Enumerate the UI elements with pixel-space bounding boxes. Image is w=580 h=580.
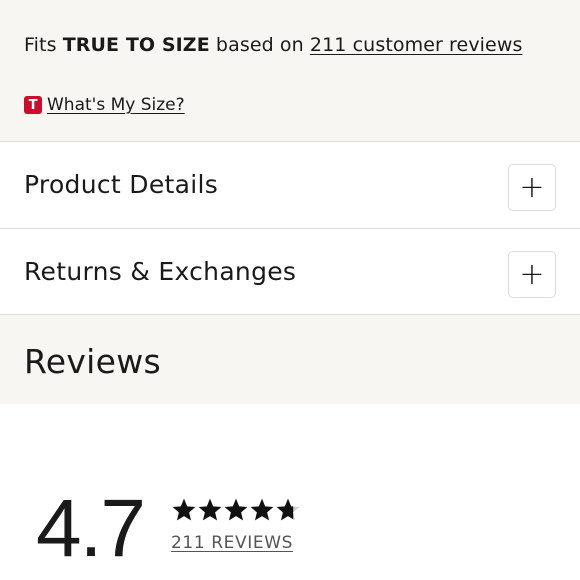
review-count-link[interactable]: 211 REVIEWS	[171, 533, 293, 553]
customer-reviews-link[interactable]: 211 customer reviews	[310, 34, 523, 56]
star-icon	[224, 498, 248, 521]
returns-exchanges-expand-button[interactable]: +	[508, 251, 556, 298]
returns-exchanges-title: Returns & Exchanges	[24, 257, 297, 286]
rating-score: 4.7	[36, 483, 146, 574]
reviews-header: Reviews	[0, 314, 580, 404]
star-icon	[276, 498, 300, 521]
star-icon	[172, 498, 196, 521]
fit-summary: Fits TRUE TO SIZE based on 211 customer …	[24, 34, 522, 56]
accordion-returns-exchanges[interactable]: Returns & Exchanges +	[0, 228, 580, 315]
size-row: T What's My Size?	[24, 95, 185, 115]
fit-label: TRUE TO SIZE	[62, 34, 210, 56]
star-rating	[171, 497, 301, 523]
star-icon	[250, 498, 274, 521]
reviews-title: Reviews	[24, 342, 162, 381]
whats-my-size-link[interactable]: What's My Size?	[47, 95, 185, 115]
product-details-expand-button[interactable]: +	[508, 164, 556, 211]
plus-icon: +	[519, 169, 545, 205]
accordion-product-details[interactable]: Product Details +	[0, 141, 580, 228]
star-icon	[198, 498, 222, 521]
product-details-title: Product Details	[24, 170, 219, 199]
fit-section: Fits TRUE TO SIZE based on 211 customer …	[0, 0, 580, 142]
plus-icon: +	[519, 256, 545, 292]
t-logo-icon: T	[24, 96, 42, 114]
fit-prefix: Fits	[24, 34, 57, 56]
fit-middle: based on	[215, 34, 304, 56]
